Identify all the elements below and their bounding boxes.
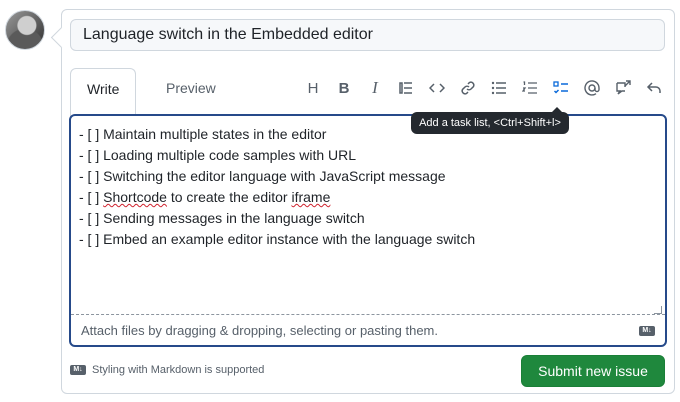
body-line: - [ ] Shortcode to create the editor ifr…	[79, 187, 657, 208]
heading-button[interactable]: H	[301, 78, 325, 98]
body-line: - [ ] Switching the editor language with…	[79, 168, 446, 184]
editor-tabs: Write Preview H B I	[70, 68, 666, 117]
attach-files-area[interactable]: Attach files by dragging & dropping, sel…	[71, 314, 665, 345]
code-icon	[429, 83, 445, 93]
misspelled-word: iframe	[291, 189, 331, 205]
mention-button[interactable]	[580, 78, 604, 98]
italic-button[interactable]: I	[363, 78, 387, 98]
body-line-prefix: - [ ]	[79, 189, 104, 205]
task-list-tooltip: Add a task list, <Ctrl+Shift+l>	[411, 107, 569, 134]
tab-preview[interactable]: Preview	[150, 68, 232, 117]
link-button[interactable]	[456, 78, 480, 98]
task-list-button[interactable]	[549, 78, 573, 98]
ordered-list-button[interactable]	[518, 78, 542, 98]
saved-replies-button[interactable]	[642, 78, 666, 98]
markdown-icon: M↓	[70, 365, 86, 375]
issue-body-editor[interactable]: - [ ] Maintain multiple states in the ed…	[69, 114, 667, 347]
resize-handle[interactable]	[654, 306, 662, 314]
misspelled-word: Shortcode	[103, 189, 167, 205]
issue-body-textarea[interactable]: - [ ] Maintain multiple states in the ed…	[79, 124, 657, 314]
body-line: - [ ] Maintain multiple states in the ed…	[79, 126, 327, 142]
mention-icon	[584, 80, 600, 96]
markdown-support-note[interactable]: M↓ Styling with Markdown is supported	[70, 364, 264, 376]
reply-icon	[646, 82, 661, 93]
body-line: - [ ] Embed an example editor instance w…	[79, 231, 476, 247]
quote-button[interactable]	[394, 78, 418, 98]
submit-issue-button[interactable]: Submit new issue	[521, 355, 665, 387]
body-line: - [ ] Sending messages in the language s…	[79, 210, 365, 226]
heading-icon: H	[307, 79, 319, 97]
body-line: - [ ] Loading multiple code samples with…	[79, 147, 357, 163]
cross-reference-icon	[616, 80, 631, 95]
bold-button[interactable]: B	[332, 78, 356, 98]
markdown-icon: M↓	[639, 326, 655, 336]
bold-icon: B	[338, 79, 350, 97]
attach-files-text: Attach files by dragging & dropping, sel…	[81, 323, 438, 338]
code-button[interactable]	[425, 78, 449, 98]
markdown-support-text: Styling with Markdown is supported	[92, 364, 265, 376]
quote-icon	[399, 82, 412, 94]
unordered-list-button[interactable]	[487, 78, 511, 98]
markdown-toolbar: H B I	[294, 78, 666, 98]
tab-write[interactable]: Write	[70, 68, 136, 117]
issue-form: Write Preview H B I	[61, 9, 675, 394]
user-avatar[interactable]	[5, 10, 45, 50]
reference-button[interactable]	[611, 78, 635, 98]
task-list-icon	[553, 81, 568, 94]
link-icon	[461, 81, 475, 95]
issue-title-input[interactable]	[70, 19, 665, 51]
italic-icon: I	[372, 78, 378, 97]
unordered-list-icon	[491, 81, 506, 95]
body-line-text: to create the editor	[166, 189, 292, 205]
ordered-list-icon	[522, 81, 537, 94]
